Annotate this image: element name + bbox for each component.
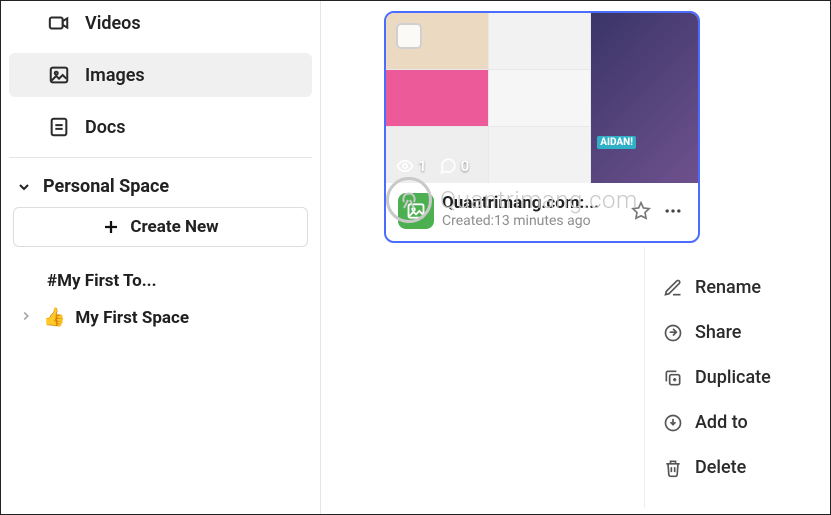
sidebar: Videos Images Docs Personal Space Create… [1, 1, 321, 514]
star-button[interactable] [628, 198, 654, 224]
video-icon [47, 11, 71, 35]
section-label: Personal Space [43, 176, 169, 197]
more-button[interactable] [660, 198, 686, 224]
star-icon [631, 201, 651, 221]
menu-duplicate-label: Duplicate [695, 367, 771, 388]
create-new-label: Create New [130, 217, 218, 237]
context-menu: Rename Share Duplicate Add to Delete [644, 247, 830, 508]
views-count: 1 [418, 157, 427, 175]
comment-icon [439, 157, 457, 175]
dots-icon [663, 201, 683, 221]
duplicate-icon [663, 368, 683, 388]
thumbs-up-icon: 👍 [43, 307, 65, 328]
share-icon [663, 323, 683, 343]
menu-rename[interactable]: Rename [655, 265, 820, 310]
card-text: Quantrimang.com:... Created:13 minutes a… [442, 193, 620, 229]
menu-duplicate[interactable]: Duplicate [655, 355, 820, 400]
nav-images-label: Images [85, 65, 145, 86]
menu-add-to[interactable]: Add to [655, 400, 820, 445]
menu-share[interactable]: Share [655, 310, 820, 355]
trash-icon [663, 458, 683, 478]
select-checkbox[interactable] [396, 23, 422, 49]
card-item[interactable]: 1 0 Quantrimang.com:... Created:13 minut… [384, 11, 700, 243]
main-area: Quantrimang.com 1 0 [322, 1, 830, 514]
menu-addto-label: Add to [695, 412, 748, 433]
card-created: Created:13 minutes ago [442, 213, 620, 229]
nav-videos-label: Videos [85, 13, 141, 34]
chevron-right-icon [19, 308, 33, 328]
plus-icon [102, 218, 120, 236]
card-title: Quantrimang.com:... [442, 193, 620, 213]
section-personal-space[interactable]: Personal Space [9, 172, 312, 207]
image-icon [47, 63, 71, 87]
create-new-button[interactable]: Create New [13, 207, 308, 247]
views-stat: 1 [396, 157, 427, 175]
chevron-down-icon [15, 178, 33, 196]
nav-docs-label: Docs [85, 117, 126, 138]
thumbnail-stats: 1 0 [396, 157, 469, 175]
site-avatar-icon [398, 193, 434, 229]
nav-docs[interactable]: Docs [9, 105, 312, 149]
comments-count: 0 [461, 157, 470, 175]
menu-rename-label: Rename [695, 277, 761, 298]
menu-delete[interactable]: Delete [655, 445, 820, 490]
nav-images[interactable]: Images [9, 53, 312, 97]
card-footer: Quantrimang.com:... Created:13 minutes a… [386, 183, 698, 241]
docs-icon [47, 115, 71, 139]
space-my-first[interactable]: 👍 My First Space [9, 299, 312, 336]
comments-stat: 0 [439, 157, 470, 175]
menu-share-label: Share [695, 322, 741, 343]
nav-videos[interactable]: Videos [9, 1, 312, 45]
edit-icon [663, 278, 683, 298]
eye-icon [396, 157, 414, 175]
card-thumbnail: 1 0 [386, 13, 698, 183]
divider [9, 157, 312, 158]
space-item-label: My First Space [75, 308, 189, 328]
menu-delete-label: Delete [695, 457, 746, 478]
space-hash-item[interactable]: #My First To... [9, 263, 312, 299]
download-icon [663, 413, 683, 433]
space-hash-label: #My First To... [47, 271, 157, 291]
